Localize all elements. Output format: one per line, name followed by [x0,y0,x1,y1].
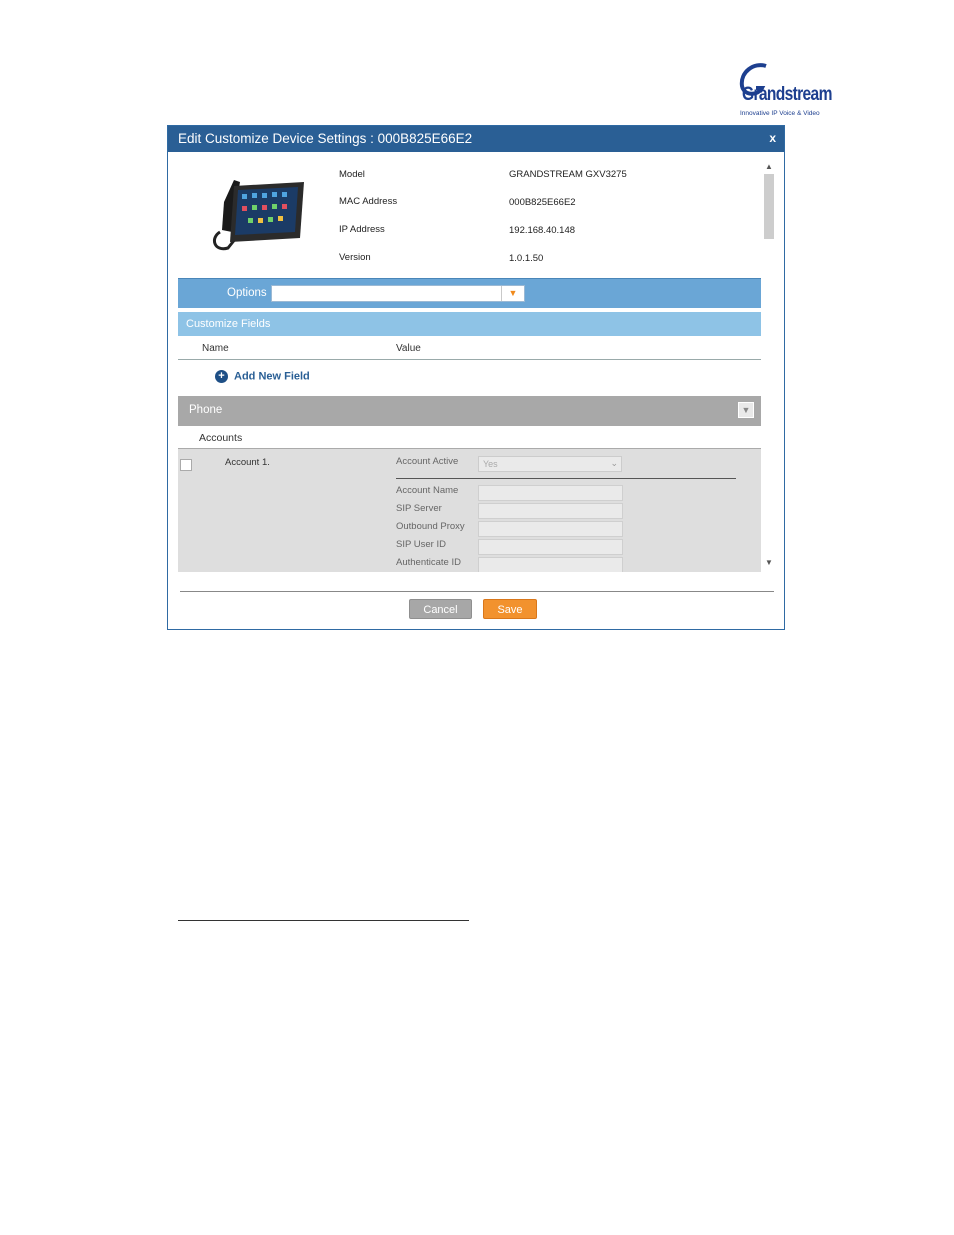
footer-divider [180,591,774,592]
authenticate-id-input[interactable] [478,557,623,572]
edit-device-dialog: Edit Customize Device Settings : 000B825… [167,125,785,630]
close-icon[interactable]: x [769,131,776,145]
version-label: Version [339,252,371,263]
authenticate-id-label: Authenticate ID [396,557,461,568]
customize-fields-title: Customize Fields [186,318,271,330]
sip-server-label: SIP Server [396,503,442,514]
collapse-toggle-icon[interactable]: ▼ [738,402,754,418]
model-value: GRANDSTREAM GXV3275 [509,169,627,180]
divider [396,478,736,479]
sip-server-input[interactable] [478,503,623,519]
phone-device-image [212,180,304,251]
scroll-up-icon[interactable]: ▲ [765,162,773,171]
chevron-down-icon: ⌄ [610,458,618,468]
account-active-value: Yes [483,459,498,469]
add-new-field-label: Add New Field [234,370,310,383]
save-button[interactable]: Save [483,599,537,619]
account-active-select[interactable]: Yes ⌄ [478,456,622,472]
phone-section-title: Phone [189,404,223,416]
customize-fields-header: Customize Fields [178,312,761,336]
mac-value: 000B825E66E2 [509,197,576,208]
model-label: Model [339,169,365,180]
plus-circle-icon: + [215,370,228,383]
accounts-label: Accounts [199,432,243,444]
sip-user-id-input[interactable] [478,539,623,555]
column-name: Name [202,343,229,354]
account-1-checkbox[interactable] [180,459,192,471]
account-name-label: Account Name [396,485,459,496]
grandstream-logo: Grandstream Innovative IP Voice & Video [736,60,836,122]
chevron-down-icon[interactable]: ▼ [501,286,524,301]
vertical-scrollbar[interactable]: ▲ ▼ [763,162,775,574]
ip-label: IP Address [339,224,385,235]
options-label: Options [227,287,267,299]
options-select[interactable]: ▼ [271,285,525,302]
options-bar: Options ▼ [178,278,761,308]
account-active-label: Account Active [396,456,459,467]
account-1-label: Account 1. [225,457,270,468]
phone-section-header[interactable]: Phone ▼ [178,396,761,426]
dialog-title: Edit Customize Device Settings : 000B825… [178,131,473,146]
outbound-proxy-input[interactable] [478,521,623,537]
account-1-panel: Account 1. Account Active Yes ⌄ Account … [178,449,761,572]
scroll-down-icon[interactable]: ▼ [765,558,773,567]
account-name-input[interactable] [478,485,623,501]
scrollbar-thumb[interactable] [764,174,774,239]
logo-tagline: Innovative IP Voice & Video [740,110,820,117]
cancel-button[interactable]: Cancel [409,599,472,619]
mac-label: MAC Address [339,196,398,207]
logo-brand-text: Grandstream [742,84,832,105]
outbound-proxy-label: Outbound Proxy [396,521,465,532]
version-value: 1.0.1.50 [509,253,544,264]
dialog-titlebar: Edit Customize Device Settings : 000B825… [168,126,784,152]
dialog-content: Model GRANDSTREAM GXV3275 MAC Address 00… [178,162,761,572]
column-value: Value [396,343,421,354]
accounts-header: Accounts [178,428,761,449]
add-new-field-button[interactable]: + Add New Field [215,370,310,383]
page-underline [178,920,469,921]
sip-user-id-label: SIP User ID [396,539,446,550]
ip-value: 192.168.40.148 [509,225,576,236]
fields-column-header: Name Value [178,338,761,360]
